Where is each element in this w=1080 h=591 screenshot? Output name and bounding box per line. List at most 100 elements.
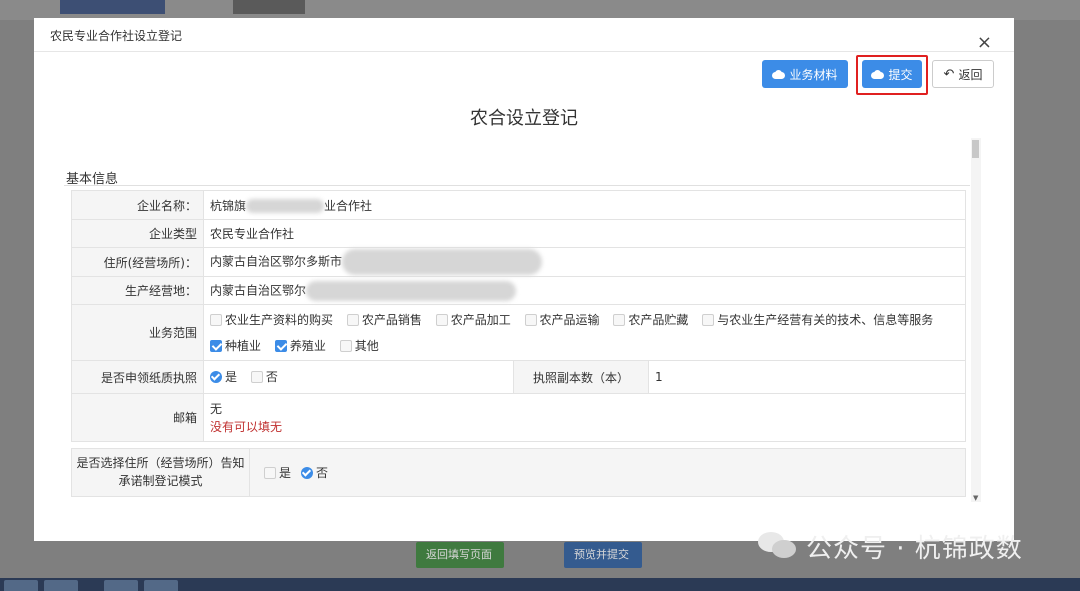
taskbar-app[interactable]	[4, 580, 38, 591]
wechat-icon	[758, 530, 798, 562]
basic-info-table: 企业名称： 杭锦旗 业合作社 企业类型 农民专业合作社 住所(经营场所)： 内蒙古…	[71, 190, 966, 442]
table-row: 邮箱 无 没有可以填无	[71, 393, 966, 442]
company-name-value: 杭锦旗 业合作社	[203, 190, 966, 220]
table-row: 企业类型 农民专业合作社	[71, 219, 966, 248]
paper-license-yes-radio[interactable]: 是	[210, 368, 237, 385]
table-row: 生产经营地： 内蒙古自治区鄂尔	[71, 276, 966, 305]
email-label: 邮箱	[71, 393, 204, 442]
scope-option-label: 其他	[354, 338, 379, 353]
modal-title: 农民专业合作社设立登记	[50, 29, 183, 43]
scroll-thumb[interactable]	[972, 140, 979, 158]
scrollbar[interactable]: ▼	[971, 138, 981, 502]
address-text: 内蒙古自治区鄂尔多斯市	[210, 254, 343, 269]
scope-checkbox[interactable]: 农产品销售	[346, 308, 422, 332]
company-type-value: 农民专业合作社	[203, 219, 966, 248]
scope-option-label: 农产品加工	[450, 312, 511, 327]
notice-mode-no-radio[interactable]: 否	[301, 464, 328, 481]
taskbar-app[interactable]	[104, 580, 138, 591]
scope-checkbox[interactable]: 与农业生产经营有关的技术、信息等服务	[702, 308, 933, 332]
background-return-button: 返回填写页面	[416, 542, 504, 568]
scroll-down-icon[interactable]: ▼	[973, 494, 978, 502]
company-name-text: 杭锦旗	[210, 198, 247, 213]
close-icon[interactable]: ×	[977, 34, 992, 52]
scope-checkbox[interactable]: 农产品运输	[524, 308, 600, 332]
table-row: 住所(经营场所)： 内蒙古自治区鄂尔多斯市	[71, 247, 966, 277]
radio-empty-icon	[250, 370, 263, 383]
paper-license-options: 是 否	[203, 360, 514, 394]
production-site-text: 内蒙古自治区鄂尔	[210, 283, 307, 297]
scope-option-label: 农业生产资料的购买	[225, 312, 334, 327]
notice-mode-yes-radio[interactable]: 是	[264, 464, 291, 481]
address-value: 内蒙古自治区鄂尔多斯市	[203, 247, 966, 277]
checkbox-icon	[702, 313, 715, 326]
table-row: 业务范围 农业生产资料的购买 农产品销售 农产品加工 农产品运输 农产品贮藏 与…	[71, 304, 966, 361]
submit-highlight-box	[856, 55, 928, 95]
form-title: 农合设立登记	[470, 108, 578, 129]
radio-selected-icon	[301, 466, 314, 479]
notice-mode-options: 是 否	[264, 464, 338, 481]
checkbox-icon	[613, 313, 626, 326]
scope-checkbox[interactable]: 农产品加工	[435, 308, 511, 332]
license-copies-label: 执照副本数（本）	[513, 360, 649, 394]
background-thumbnail	[60, 0, 165, 14]
registration-modal: 农民专业合作社设立登记 × 业务材料 提交 ↶ 返回 农合设立登记 基本信息 企…	[34, 18, 1014, 541]
paper-license-no-radio[interactable]: 否	[250, 368, 278, 385]
taskbar-app[interactable]	[44, 580, 78, 591]
scope-checkbox[interactable]: 养殖业	[274, 334, 326, 358]
table-row: 是否申领纸质执照 是 否 执照副本数（本） 1	[71, 360, 966, 394]
address-label: 住所(经营场所)：	[71, 247, 204, 277]
redacted-blur	[342, 249, 543, 275]
checkbox-icon	[346, 313, 359, 326]
scope-checkbox[interactable]: 农产品贮藏	[613, 308, 688, 332]
company-name-label: 企业名称：	[71, 190, 204, 220]
redacted-blur	[306, 280, 517, 301]
radio-label: 否	[316, 466, 329, 480]
scope-checkbox[interactable]: 种植业	[210, 334, 261, 358]
scope-option-label: 种植业	[225, 338, 262, 353]
checkbox-icon	[435, 313, 448, 326]
scope-checkbox[interactable]: 农业生产资料的购买	[210, 308, 333, 332]
checkbox-checked-icon	[274, 339, 287, 352]
checkbox-icon	[524, 313, 537, 326]
back-label: 返回	[958, 67, 983, 82]
scope-option-label: 农产品运输	[539, 312, 600, 327]
scope-option-label: 农产品销售	[361, 312, 422, 327]
scope-checkbox[interactable]: 其他	[339, 334, 379, 358]
checkbox-checked-icon	[210, 339, 222, 352]
background-thumbnail	[233, 0, 305, 14]
taskbar-app[interactable]	[144, 580, 178, 591]
table-row: 企业名称： 杭锦旗 业合作社	[71, 190, 966, 220]
production-site-label: 生产经营地：	[71, 276, 204, 305]
notice-mode-row: 是否选择住所（经营场所）告知承诺制登记模式 是 否	[71, 448, 966, 497]
email-value[interactable]: 无	[210, 400, 965, 418]
business-scope-label: 业务范围	[71, 304, 204, 361]
checkbox-icon	[210, 313, 222, 326]
company-type-label: 企业类型	[71, 219, 204, 248]
watermark: 公众号 · 杭锦政数	[758, 528, 1023, 564]
section-divider	[64, 185, 970, 186]
company-name-tail: 业合作社	[324, 198, 373, 213]
back-arrow-icon: ↶	[943, 66, 955, 82]
production-site-value: 内蒙古自治区鄂尔	[203, 276, 966, 305]
license-copies-value[interactable]: 1	[648, 360, 966, 394]
checkbox-icon	[339, 339, 352, 352]
watermark-text: 公众号 · 杭锦政数	[806, 533, 1023, 564]
business-scope-options: 农业生产资料的购买 农产品销售 农产品加工 农产品运输 农产品贮藏 与农业生产经…	[203, 304, 966, 361]
paper-license-label: 是否申领纸质执照	[71, 360, 204, 394]
radio-empty-icon	[264, 466, 276, 479]
radio-selected-icon	[210, 370, 222, 383]
cloud-upload-icon	[772, 69, 786, 79]
business-materials-button[interactable]: 业务材料	[762, 60, 848, 88]
email-hint: 没有可以填无	[210, 419, 283, 434]
back-button[interactable]: ↶ 返回	[932, 60, 994, 88]
email-cell: 无 没有可以填无	[203, 393, 966, 442]
scope-option-label: 与农业生产经营有关的技术、信息等服务	[717, 312, 934, 327]
taskbar	[0, 578, 1080, 591]
radio-label: 是	[279, 466, 292, 480]
scope-option-label: 养殖业	[289, 338, 326, 353]
background-preview-button: 预览并提交	[564, 542, 642, 568]
scope-option-label: 农产品贮藏	[628, 312, 689, 327]
notice-mode-label: 是否选择住所（经营场所）告知承诺制登记模式	[72, 449, 250, 496]
business-materials-label: 业务材料	[789, 67, 838, 82]
radio-label: 是	[225, 370, 238, 385]
